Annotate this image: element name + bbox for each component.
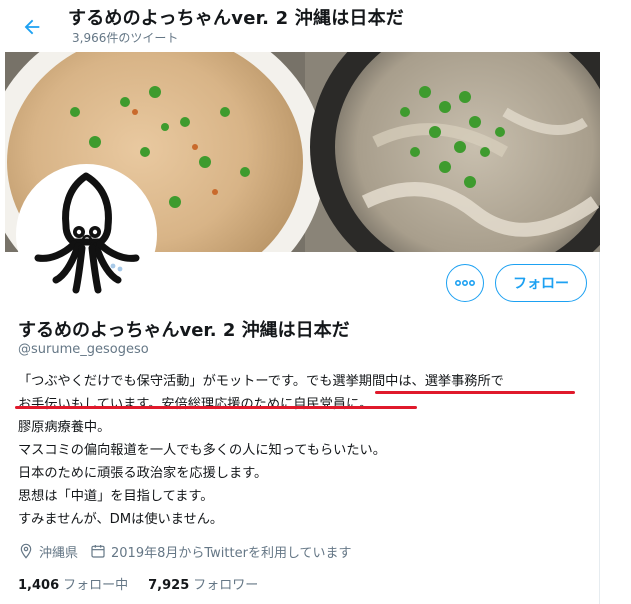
bio-line: 「つぶやくだけでも保守活動」がモットーです。でも選挙期間中は、選挙事務所で bbox=[18, 374, 504, 389]
bio-line: 日本のために頑張る政治家を応援します。 bbox=[18, 466, 268, 481]
profile-header: するめのよっちゃんver. 2 沖縄は日本だ 3,966件のツイート bbox=[0, 0, 600, 52]
bio-line: 膠原病療養中。 bbox=[18, 420, 111, 435]
location-pin-icon bbox=[20, 543, 32, 559]
profile-meta: 沖縄県 2019年8月からTwitterを利用しています bbox=[18, 541, 364, 561]
location-text: 沖縄県 bbox=[39, 545, 79, 561]
profile-name: するめのよっちゃんver. 2 沖縄は日本だ bbox=[18, 320, 350, 341]
following-count: 1,406 bbox=[18, 577, 60, 593]
bio-line: お手伝いもしています。安倍総理応援のために自民党員に。 bbox=[18, 397, 373, 412]
profile-handle: @surume_gesogeso bbox=[18, 342, 149, 357]
joined-text: 2019年8月からTwitterを利用しています bbox=[111, 545, 352, 561]
header-title: するめのよっちゃんver. 2 沖縄は日本だ bbox=[68, 8, 405, 29]
profile-stats: 1,406 フォロー中 7,925 フォロワー bbox=[18, 573, 278, 593]
followers-label: フォロワー bbox=[193, 577, 259, 593]
location-item: 沖縄県 bbox=[18, 542, 78, 561]
profile-bio: 「つぶやくだけでも保守活動」がモットーです。でも選挙期間中は、選挙事務所で お手… bbox=[18, 370, 593, 531]
following-label: フォロー中 bbox=[63, 577, 129, 593]
tweet-count: 3,966件のツイート bbox=[72, 31, 179, 45]
annotation-underline bbox=[375, 391, 575, 394]
more-options-button[interactable] bbox=[446, 264, 484, 302]
calendar-icon bbox=[91, 545, 105, 558]
following-link[interactable]: 1,406 フォロー中 bbox=[18, 574, 128, 593]
followers-count: 7,925 bbox=[148, 577, 190, 593]
arrow-left-icon bbox=[24, 19, 40, 35]
bio-line: マスコミの偏向報道を一人でも多くの人に知ってもらいたい。 bbox=[18, 443, 386, 458]
more-dots-icon bbox=[455, 279, 475, 287]
followers-link[interactable]: 7,925 フォロワー bbox=[148, 574, 258, 593]
joined-item: 2019年8月からTwitterを利用しています bbox=[90, 542, 352, 561]
annotation-underline bbox=[15, 406, 417, 409]
squid-icon bbox=[20, 168, 153, 301]
avatar[interactable] bbox=[16, 164, 157, 305]
profile-column: するめのよっちゃんver. 2 沖縄は日本だ 3,966件のツイート フォロー … bbox=[0, 0, 600, 604]
follow-button[interactable]: フォロー bbox=[495, 264, 587, 302]
bio-line: 思想は「中道」を目指してます。 bbox=[18, 489, 214, 504]
back-button[interactable] bbox=[14, 9, 50, 45]
bio-line: すみませんが、DMは使いません。 bbox=[18, 512, 224, 527]
